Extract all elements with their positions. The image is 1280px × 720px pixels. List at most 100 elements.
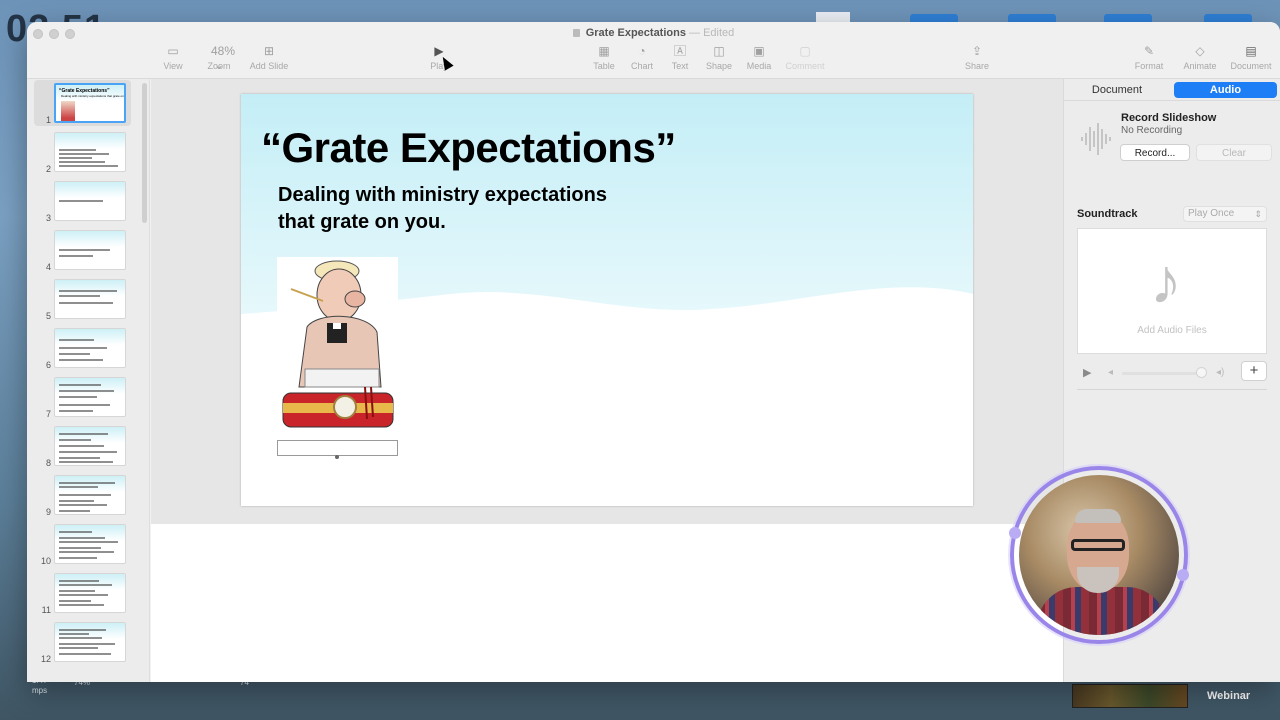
slide-thumbnail[interactable] [54,622,126,662]
webinar-label[interactable]: Webinar [1207,690,1250,702]
slide-thumbnail[interactable] [54,573,126,613]
thumbnail-text-line [59,249,110,251]
thumbnail-text-line [59,500,94,502]
chevron-updown-icon: ⇕ [1254,209,1262,219]
slide-thumbnail[interactable] [54,132,126,172]
thumbnail-text-line [59,200,103,202]
image-caption-box[interactable] [277,440,398,456]
add-audio-button[interactable]: + [1241,361,1267,381]
divider [1077,389,1267,390]
thumbnail-text-line [59,547,101,549]
share-button[interactable]: ⇪ Share [945,44,1009,71]
document-button[interactable]: ▤ Document [1219,44,1280,71]
window-title: Grate Expectations — Edited [27,27,1280,39]
tab-document[interactable]: Document [1072,82,1162,98]
thumbnail-wash [55,280,125,296]
thumbnail-wash [55,182,125,198]
soundtrack-mode-select[interactable]: Play Once ⇕ [1183,206,1267,222]
slide-canvas[interactable]: “Grate Expectations” Dealing with minist… [151,79,1063,682]
slide-number: 7 [45,409,51,419]
thumbnail-text-line [59,404,110,406]
slide-thumbnail[interactable] [54,181,126,221]
cartoon-pastor-image[interactable] [277,257,398,432]
slide-number: 12 [41,654,52,664]
clear-button[interactable]: Clear [1196,144,1272,161]
thumbnail-text-line [59,161,105,163]
thumbnail-wash [55,476,125,492]
slide-subtitle[interactable]: Dealing with ministry expectations that … [278,182,607,236]
thumbnail-wash [55,133,125,149]
slide-thumbnail[interactable] [54,328,126,368]
thumbnail-text-line [59,302,113,304]
presenter-glasses [1071,539,1125,551]
slide-number: 9 [45,507,51,517]
play-audio-icon[interactable]: ▶ [1083,366,1091,379]
current-slide[interactable]: “Grate Expectations” Dealing with minist… [241,94,973,506]
slide-number: 6 [45,360,51,370]
thumbnail-wash [55,231,125,247]
slide-thumbnail[interactable] [54,524,126,564]
slide-thumbnail[interactable]: “Grate Expectations” Dealing with ministr… [54,83,126,123]
document-inspector-icon: ▤ [1245,44,1257,58]
thumbnail-text-line [59,647,98,649]
slide-thumbnail[interactable] [54,377,126,417]
slide-number: 3 [45,213,51,223]
record-button[interactable]: Record... [1120,144,1190,161]
add-slide-label: Add Slide [249,61,289,71]
thumbnail-text-line [59,359,103,361]
toolbar: Grate Expectations — Edited ▭ View 48% ⌄… [27,22,1280,79]
slide-thumbnail[interactable] [54,475,126,515]
thumbnail-wash [55,574,125,590]
comment-button[interactable]: ▢ Comment [773,44,837,71]
taskbar-thumbnail[interactable] [1072,684,1188,708]
slide-number: 5 [45,311,51,321]
document-label: Document [1230,61,1272,71]
slide-thumbnail[interactable] [54,230,126,270]
slide-title[interactable]: “Grate Expectations” [261,124,676,172]
audio-dropzone[interactable]: ♪ Add Audio Files [1077,228,1267,354]
thumbnail-text-line [59,551,114,553]
text-label: Text [671,61,689,71]
paintbrush-icon: ✎ [1143,44,1155,58]
soundtrack-label: Soundtrack [1077,208,1138,220]
thumbnail-text-line [59,149,96,151]
thumbnail-text-line [59,384,101,386]
waveform-icon [1081,123,1111,155]
ring-dot [1177,569,1189,581]
add-audio-files-label: Add Audio Files [1137,325,1207,336]
media-label: Media [746,61,772,71]
add-slide-button[interactable]: ⊞ Add Slide [237,44,301,71]
slide-navigator: “Grate Expectations” Dealing with ministr… [27,79,150,682]
slide-number: 1 [45,115,51,125]
thumbnail-text-line [59,510,90,512]
slide-number: 10 [41,556,52,566]
format-label: Format [1134,61,1164,71]
thumbnail-text-line [59,486,98,488]
thumbnail-text-line [59,629,106,631]
media-icon: ▣ [753,44,765,58]
webcam-video[interactable] [1019,475,1179,635]
slide-thumbnail[interactable] [54,279,126,319]
volume-low-icon: ◂ [1108,367,1114,378]
thumbnail-text-line [59,494,111,496]
thumbnail-text-line [59,541,118,543]
thumbnail-wash [55,329,125,345]
zoom-label: Zoom [207,61,231,71]
caption-handle[interactable] [335,455,339,459]
thumbnail-text-line [59,594,108,596]
canvas-lower-area [151,524,1063,682]
slide-thumbnail[interactable] [54,426,126,466]
text-box-icon: 🄰 [673,44,686,58]
thumbnail-text-line [59,584,112,586]
navigator-scrollbar[interactable] [142,83,147,223]
presenter-shirt [1037,587,1167,635]
presenter-hair [1075,509,1121,523]
thumbnail-text-line [59,531,92,533]
tab-audio[interactable]: Audio [1174,82,1277,98]
thumbnail-text-line [59,600,91,602]
volume-slider-knob[interactable] [1196,367,1207,378]
volume-slider[interactable] [1122,372,1204,375]
add-slide-icon: ⊞ [263,44,275,58]
animate-label: Animate [1183,61,1217,71]
soundtrack-mode-value: Play Once [1188,208,1235,219]
